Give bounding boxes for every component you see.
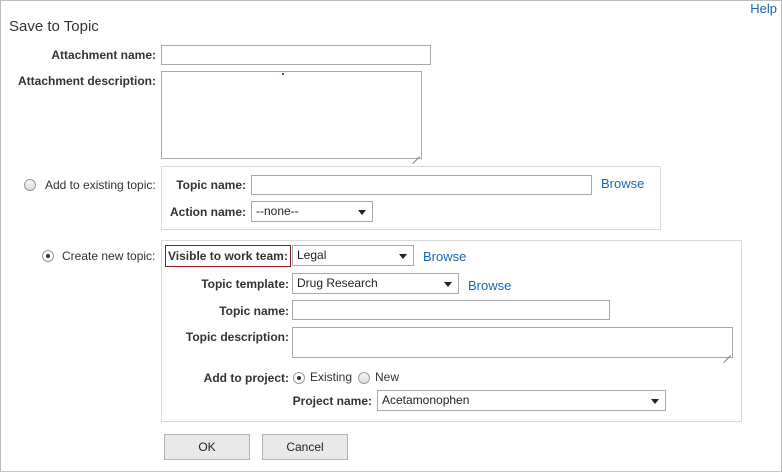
project-new-radio[interactable] [358,372,370,384]
add-to-project-label: Add to project: [203,371,289,385]
new-topic-radio-label[interactable]: Create new topic: [62,249,155,263]
topic-template-label: Topic template: [201,277,289,291]
project-name-value: Acetamonophen [382,393,470,407]
work-team-browse-link[interactable]: Browse [423,249,466,264]
project-existing-label[interactable]: Existing [310,370,352,384]
chevron-down-icon [651,399,659,404]
text-cursor [282,73,284,75]
topic-template-select[interactable]: Drug Research [292,273,459,294]
page-title: Save to Topic [9,18,99,35]
resize-grip-icon[interactable] [412,149,420,157]
action-name-value: --none-- [256,204,299,218]
project-existing-radio[interactable] [293,372,305,384]
work-team-value: Legal [297,248,327,262]
help-link[interactable]: Help [750,1,777,16]
attachment-name-label: Attachment name: [51,48,156,62]
project-name-label: Project name: [292,394,372,408]
topic-template-value: Drug Research [297,276,378,290]
action-name-select[interactable]: --none-- [251,201,373,222]
existing-topic-radio[interactable] [24,179,36,191]
chevron-down-icon [399,254,407,259]
existing-topic-radio-label[interactable]: Add to existing topic: [45,178,156,192]
existing-topic-name-input[interactable] [251,175,592,195]
chevron-down-icon [358,210,366,215]
project-name-select[interactable]: Acetamonophen [377,390,666,411]
new-topic-radio[interactable] [42,250,54,262]
work-team-select[interactable]: Legal [292,245,414,266]
chevron-down-icon [444,282,452,287]
topic-template-browse-link[interactable]: Browse [468,278,511,293]
topic-description-textarea[interactable] [292,327,733,358]
existing-topic-name-label: Topic name: [176,178,246,192]
project-new-label[interactable]: New [375,370,399,384]
attachment-description-label: Attachment description: [17,74,156,88]
resize-grip-icon[interactable] [723,348,731,356]
existing-topic-browse-link[interactable]: Browse [601,176,644,191]
attachment-description-textarea[interactable] [161,71,422,159]
action-name-label: Action name: [169,205,246,219]
cancel-button[interactable]: Cancel [262,434,348,460]
visible-to-work-team-label: Visible to work team: [165,245,291,267]
attachment-name-input[interactable] [161,45,431,65]
topic-description-label: Topic description: [185,330,289,344]
new-topic-name-label: Topic name: [219,304,289,318]
ok-button[interactable]: OK [164,434,250,460]
new-topic-name-input[interactable] [292,300,610,320]
